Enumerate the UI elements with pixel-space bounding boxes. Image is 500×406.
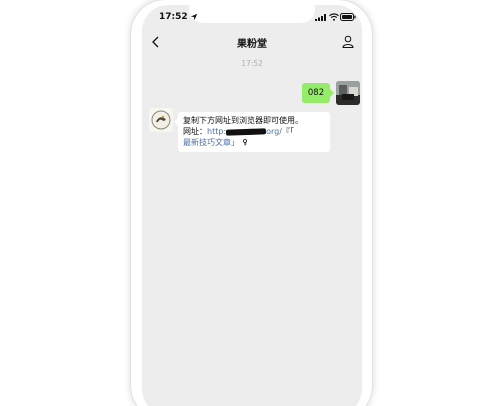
quote-open: 『「 xyxy=(281,127,294,136)
contact-avatar[interactable] xyxy=(149,108,173,132)
chat-title: 果粉堂 xyxy=(237,39,267,50)
url-link-start[interactable]: http: xyxy=(207,127,226,136)
battery-icon xyxy=(340,13,356,21)
article-link[interactable]: 最新技巧文章」 xyxy=(183,138,239,147)
person-icon[interactable] xyxy=(342,35,354,48)
message-line-1: 复制下方网址到浏览器即可使用。 xyxy=(183,116,303,125)
key-icon xyxy=(242,139,247,146)
contact-avatar-logo-icon xyxy=(151,110,171,130)
outgoing-message-bubble[interactable]: 082 xyxy=(302,83,334,103)
outgoing-message-text: 082 xyxy=(307,88,325,98)
url-prefix-label: 网址： xyxy=(183,127,207,136)
my-avatar-image-icon xyxy=(336,81,360,105)
wifi-icon xyxy=(329,13,339,21)
redacted-url-mark xyxy=(226,127,267,136)
url-link-end[interactable]: org/ xyxy=(266,127,282,136)
message-timestamp: 17:52 xyxy=(241,59,263,68)
my-avatar[interactable] xyxy=(336,81,360,105)
chat-screen: 17:52 果粉堂 17:52 082 复制下方网址到浏览器即可使用。 网址：h… xyxy=(142,5,362,406)
message-line-3: 最新技巧文章」 xyxy=(183,137,325,148)
location-arrow-icon xyxy=(190,13,198,21)
cellular-signal-icon xyxy=(315,14,326,21)
message-line-2: 网址：http: org/『「 xyxy=(183,126,325,137)
status-time: 17:52 xyxy=(159,12,188,22)
incoming-message-bubble[interactable]: 复制下方网址到浏览器即可使用。 网址：http: org/『「 最新技巧文章」 xyxy=(174,112,330,152)
notch xyxy=(189,5,315,23)
